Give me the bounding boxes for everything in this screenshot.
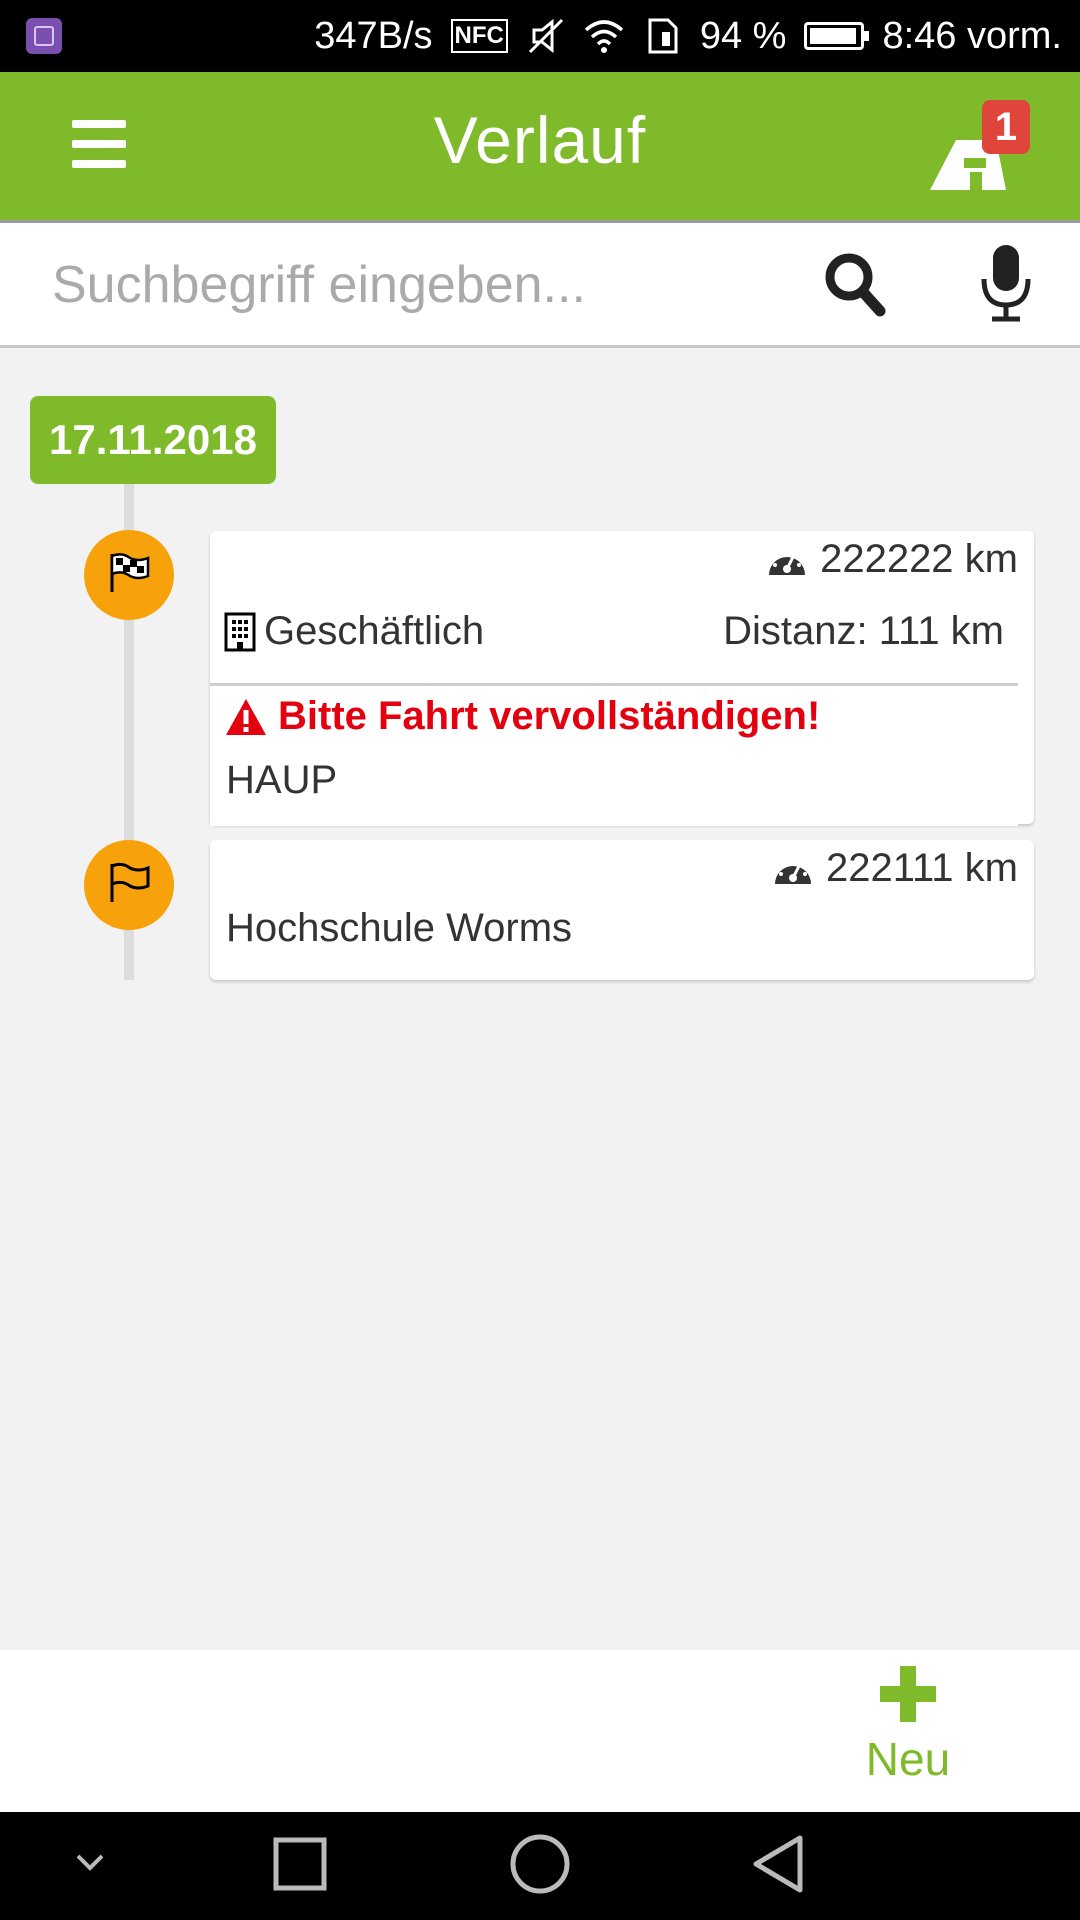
trip-card[interactable]: 222111 km Hochschule Worms xyxy=(210,840,1034,980)
network-speed: 347B/s xyxy=(314,14,433,57)
recent-apps-icon[interactable] xyxy=(272,1836,328,1892)
warning-text: Bitte Fahrt vervollständigen! xyxy=(278,694,821,738)
new-button-label: Neu xyxy=(865,1733,951,1785)
location-label: HAUP xyxy=(226,758,338,802)
warning-icon xyxy=(226,698,266,735)
trip-info-row: Geschäftlich Distanz: 111 km xyxy=(224,609,1024,654)
building-icon xyxy=(224,612,256,651)
chevron-down-icon[interactable] xyxy=(70,1848,110,1878)
search-input[interactable] xyxy=(50,249,774,321)
trip-type-label: Geschäftlich xyxy=(264,609,485,653)
distance: Distanz: 111 km xyxy=(723,609,1004,653)
status-bar: 347B/s NFC 94 % 8:46 vorm. xyxy=(0,0,1080,72)
app-bar: Verlauf 1 xyxy=(0,72,1080,220)
location-label: Hochschule Worms xyxy=(226,906,573,950)
clock: 8:46 vorm. xyxy=(882,14,1062,57)
battery-percent: 94 % xyxy=(699,14,787,57)
plus-icon xyxy=(880,1666,936,1722)
search-icon[interactable] xyxy=(822,249,888,319)
date-badge: 17.11.2018 xyxy=(30,396,276,484)
system-nav-bar xyxy=(0,1812,1080,1920)
odometer: 222222 km xyxy=(766,537,1018,582)
microphone-icon[interactable] xyxy=(976,243,1036,323)
odometer-value: 222222 km xyxy=(820,537,1018,581)
home-icon[interactable] xyxy=(508,1832,572,1896)
gallery-notification-icon xyxy=(26,18,62,54)
speedometer-icon xyxy=(775,857,812,884)
odometer-value: 222111 km xyxy=(826,846,1018,890)
odometer: 222111 km xyxy=(772,846,1018,891)
trip-card[interactable]: 222222 km Geschäftlich Distanz: 111 km B… xyxy=(210,531,1034,826)
nfc-icon: NFC xyxy=(450,19,508,53)
notification-badge[interactable]: 1 xyxy=(982,100,1030,154)
back-icon[interactable] xyxy=(750,1832,806,1896)
checkered-flag-icon xyxy=(84,530,174,620)
status-icons: 347B/s NFC 94 % 8:46 vorm. xyxy=(314,0,1062,72)
new-button[interactable]: Neu xyxy=(848,1666,968,1796)
sim-card-icon xyxy=(648,18,678,54)
flag-icon xyxy=(84,840,174,930)
page-title: Verlauf xyxy=(433,103,647,177)
battery-icon xyxy=(804,22,870,50)
speedometer-icon xyxy=(769,548,806,575)
bottom-action-bar: Neu xyxy=(0,1650,1080,1812)
warning-box: Bitte Fahrt vervollständigen! HAUP xyxy=(210,683,1018,826)
search-bar xyxy=(0,220,1080,348)
trip-type: Geschäftlich xyxy=(224,609,484,654)
mute-icon xyxy=(528,18,563,54)
warning-message: Bitte Fahrt vervollständigen! xyxy=(224,694,820,739)
wifi-icon xyxy=(584,20,624,53)
